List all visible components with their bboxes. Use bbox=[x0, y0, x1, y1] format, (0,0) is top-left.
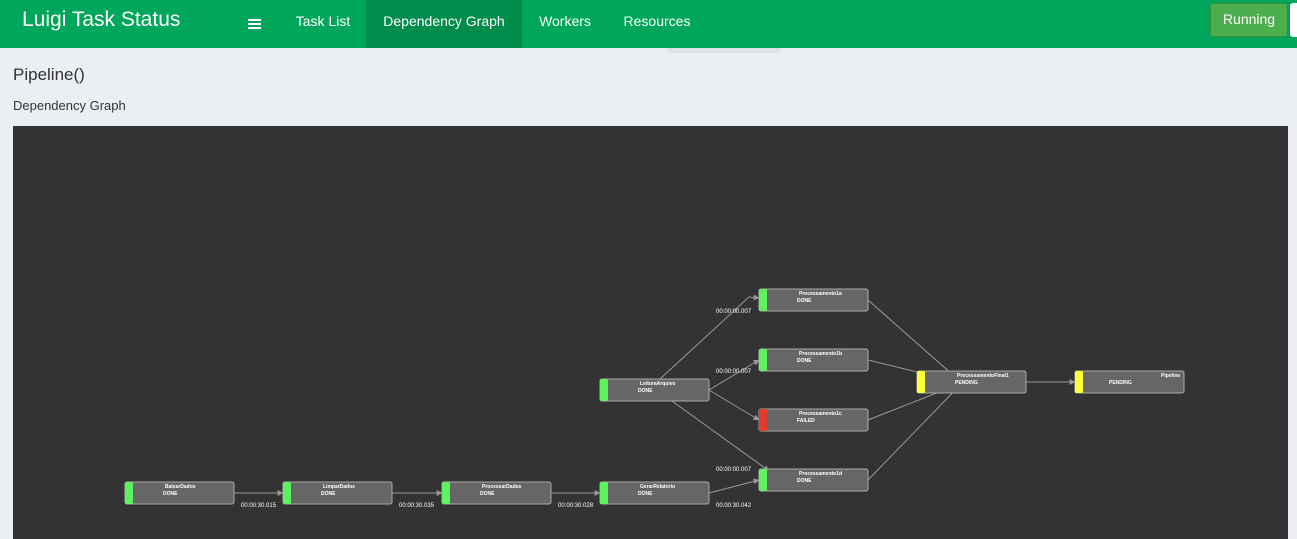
edge-duration-label: 00:00:00.007 bbox=[716, 369, 752, 375]
edge-duration-label: 00:00:00.007 bbox=[716, 467, 752, 473]
task-node-status: PENDING bbox=[955, 380, 978, 386]
tab-task-list[interactable]: Task List bbox=[280, 0, 366, 48]
task-node-status: DONE bbox=[163, 491, 178, 497]
edge-duration-label: 00:00:30.015 bbox=[241, 503, 277, 509]
task-node-name: Processamento1b bbox=[799, 351, 842, 357]
task-node-name: Processamento1a bbox=[799, 291, 842, 297]
task-node-name: GerarRelatorio bbox=[640, 484, 675, 490]
task-node-processamento-1a[interactable]: Processamento1aDONE bbox=[758, 288, 869, 312]
task-node-pipeline[interactable]: Pipeline PENDING bbox=[1074, 370, 1185, 394]
task-node-status: DONE bbox=[638, 388, 653, 394]
hamburger-glyph bbox=[248, 19, 261, 29]
hamburger-menu-icon[interactable] bbox=[238, 0, 272, 48]
page-title: Pipeline() bbox=[13, 65, 85, 84]
dependency-graph-svg: 00:00:30.015 00:00:30.035 00:00:30.028 00:0… bbox=[124, 288, 1185, 509]
task-status-indicator bbox=[600, 379, 608, 401]
edge-duration-label: 00:00:30.035 bbox=[399, 503, 435, 509]
task-status-indicator bbox=[442, 482, 450, 504]
task-node-status: DONE bbox=[797, 358, 812, 364]
edge-duration-label: 00:00:30.042 bbox=[716, 503, 752, 509]
task-status-indicator bbox=[759, 469, 767, 491]
task-node-limpar-dados[interactable]: LimparDadosDONE bbox=[282, 481, 393, 505]
task-node-status: FAILED bbox=[797, 418, 815, 424]
task-node-processamento-1b[interactable]: Processamento1bDONE bbox=[758, 348, 869, 372]
task-node-leitura-arquivo[interactable]: LeituraArquivoDONE bbox=[599, 378, 710, 402]
task-node-name: Processamento1c bbox=[799, 411, 842, 417]
task-node-status: DONE bbox=[797, 478, 812, 484]
task-node-baixar-dados[interactable]: BaixarDadosDONE bbox=[124, 481, 235, 505]
edge-leitura-arquivo-to-processamento-1d bbox=[671, 400, 770, 472]
task-status-indicator bbox=[1075, 371, 1083, 393]
page-subtitle: Dependency Graph bbox=[13, 98, 126, 113]
task-node-name: BaixarDados bbox=[165, 484, 196, 490]
edge-gerar-relatorio-to-processamento-1d bbox=[708, 478, 760, 494]
task-node-status: DONE bbox=[797, 298, 812, 304]
tab-resources[interactable]: Resources bbox=[608, 0, 706, 48]
task-node-name: ProcessarDados bbox=[482, 484, 522, 490]
running-status-button[interactable]: Running bbox=[1210, 3, 1288, 37]
task-node-status: DONE bbox=[321, 491, 336, 497]
active-tab-indicator bbox=[668, 48, 780, 53]
task-status-indicator bbox=[759, 349, 767, 371]
top-navbar: Luigi Task Status Task List Dependency G… bbox=[0, 0, 1297, 48]
task-node-status: PENDING bbox=[1109, 380, 1132, 386]
task-node-name: Pipeline bbox=[1161, 373, 1180, 379]
task-status-indicator bbox=[759, 289, 767, 311]
edge-leitura-arquivo-to-processamento-1c bbox=[708, 389, 760, 421]
edge-processamento-1d-to-processamento-final-1 bbox=[867, 382, 963, 481]
task-status-indicator bbox=[759, 409, 767, 431]
task-status-indicator bbox=[283, 482, 291, 504]
task-node-processar-dados[interactable]: ProcessarDadosDONE bbox=[441, 481, 552, 505]
task-node-name: ProcessamentoFinal1 bbox=[957, 373, 1009, 379]
brand-title[interactable]: Luigi Task Status bbox=[22, 8, 180, 32]
task-status-indicator bbox=[600, 482, 608, 504]
dependency-graph-panel: 00:00:30.015 00:00:30.035 00:00:30.028 00:0… bbox=[13, 126, 1288, 539]
task-node-processamento-1d[interactable]: Processamento1dDONE bbox=[758, 468, 869, 492]
tab-dependency-graph[interactable]: Dependency Graph bbox=[366, 0, 522, 48]
task-status-indicator bbox=[125, 482, 133, 504]
tab-workers[interactable]: Workers bbox=[522, 0, 608, 48]
task-node-name: LeituraArquivo bbox=[640, 381, 676, 387]
task-node-name: Processamento1d bbox=[799, 471, 842, 477]
task-node-gerar-relatorio[interactable]: GerarRelatorioDONE bbox=[599, 481, 710, 505]
task-status-indicator bbox=[917, 371, 925, 393]
edge-leitura-arquivo-to-processamento-1b bbox=[708, 359, 760, 391]
task-node-processamento-final-1[interactable]: ProcessamentoFinal1PENDING bbox=[916, 370, 1027, 394]
task-node-processamento-1c[interactable]: Processamento1cFAILED bbox=[758, 408, 869, 432]
task-node-status: DONE bbox=[480, 491, 495, 497]
edge-duration-label: 00:00:00.007 bbox=[716, 309, 752, 315]
edge-duration-label: 00:00:30.028 bbox=[558, 503, 594, 509]
task-node-name: LimparDados bbox=[323, 484, 355, 490]
navbar-edge-control[interactable] bbox=[1290, 3, 1297, 37]
task-node-status: DONE bbox=[638, 491, 653, 497]
